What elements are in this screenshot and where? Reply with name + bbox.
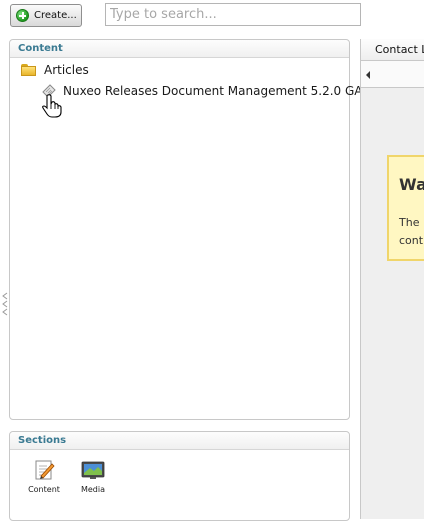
folder-icon — [21, 64, 36, 76]
scroll-left-icon[interactable] — [366, 71, 370, 79]
section-item-content[interactable]: Content — [26, 459, 62, 494]
tree-item-label: Articles — [44, 63, 89, 77]
create-button[interactable]: Create... — [10, 4, 82, 27]
warning-text: The cont — [399, 214, 423, 250]
hand-cursor-icon — [42, 94, 62, 118]
warning-title: Wa — [399, 175, 424, 194]
warning-line: The — [399, 216, 420, 229]
warning-line: cont — [399, 234, 424, 247]
main-panel: Contact L Wa The cont — [360, 39, 424, 519]
tab-scroll-row — [361, 61, 424, 88]
tab-strip: Contact L — [361, 39, 424, 61]
search-input[interactable] — [105, 3, 361, 26]
tree-item-articles[interactable]: Articles — [21, 63, 89, 77]
add-icon — [16, 9, 29, 22]
section-item-label: Content — [28, 485, 60, 494]
media-monitor-icon — [81, 461, 105, 479]
main-content-area: Wa The cont — [361, 88, 424, 519]
tree-item-document[interactable]: Nuxeo Releases Document Management 5.2.0… — [41, 83, 363, 99]
content-panel-title: Content — [10, 40, 349, 58]
warning-box: Wa The cont — [387, 155, 424, 261]
section-item-label: Media — [80, 485, 106, 494]
edit-document-icon — [35, 460, 55, 480]
create-button-label: Create... — [34, 10, 77, 21]
sections-panel-title: Sections — [10, 432, 349, 450]
splitter-handle-icon[interactable] — [2, 292, 8, 316]
tab-contact[interactable]: Contact L — [375, 43, 424, 56]
section-item-media[interactable]: Media — [75, 459, 111, 494]
tree-item-label: Nuxeo Releases Document Management 5.2.0… — [63, 84, 363, 98]
